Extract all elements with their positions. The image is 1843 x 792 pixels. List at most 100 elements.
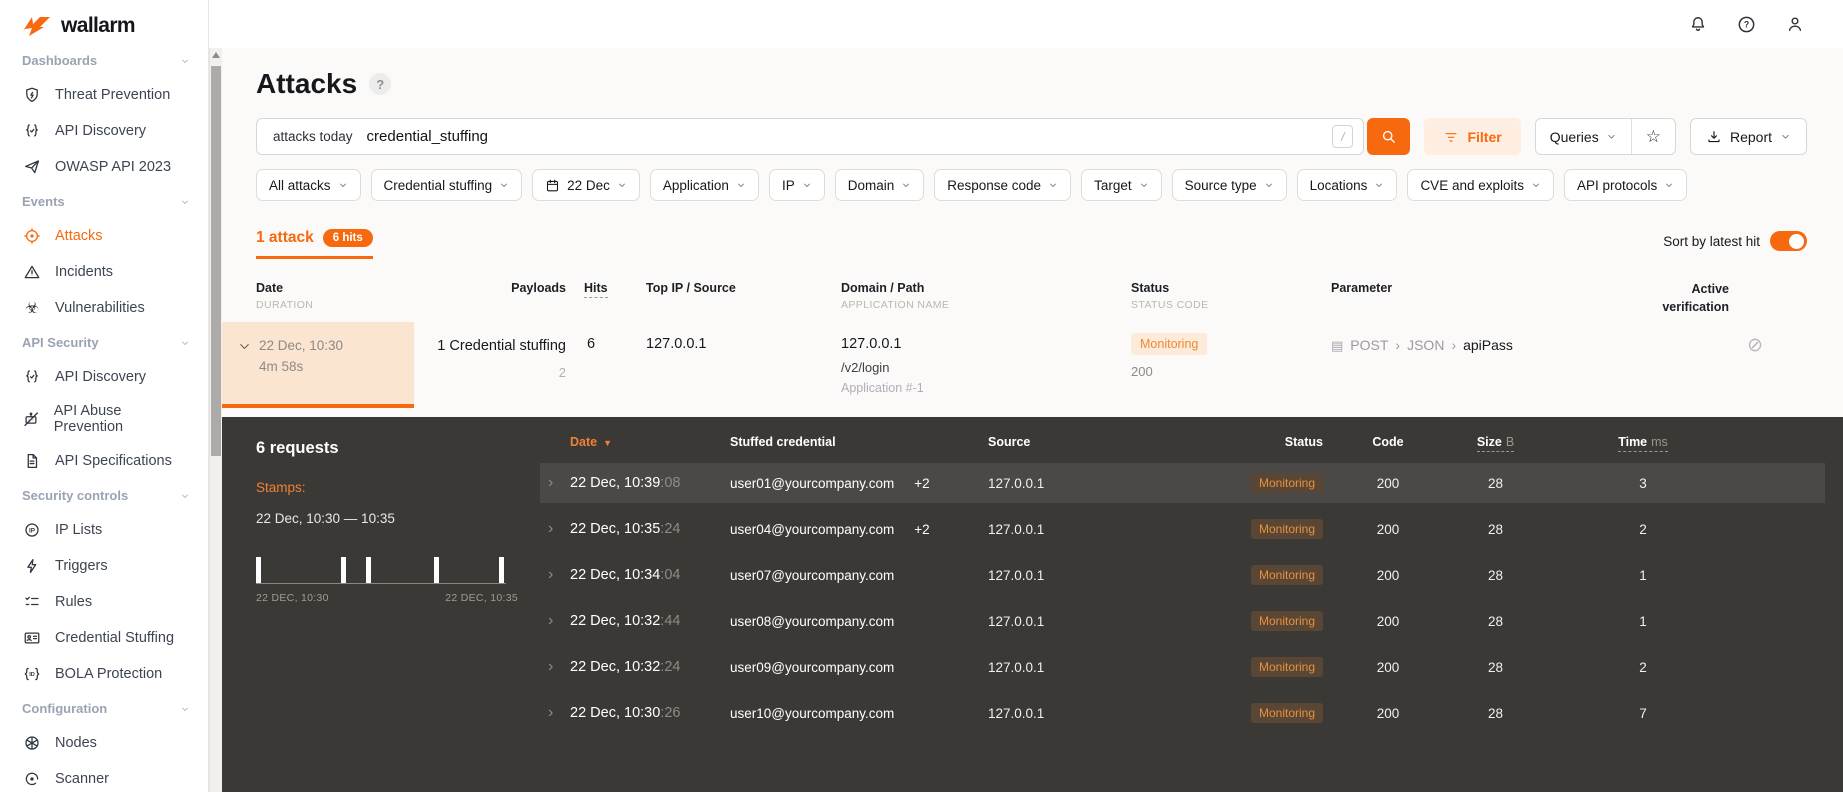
chevron-down-icon[interactable]: [238, 340, 251, 353]
nodes-icon: [22, 733, 42, 753]
filter-chip-locations[interactable]: Locations: [1296, 169, 1398, 201]
filter-chip-api-protocols[interactable]: API protocols: [1564, 169, 1688, 201]
attack-path: /v2/login: [841, 360, 890, 375]
filter-chip-target[interactable]: Target: [1081, 169, 1162, 201]
section-dashboards[interactable]: Dashboards: [0, 44, 208, 77]
sidebar-item-bola-protection[interactable]: ID BOLA Protection: [0, 656, 208, 692]
bell-icon[interactable]: [1688, 14, 1708, 34]
filter-chip-application[interactable]: Application: [649, 169, 759, 201]
attack-parameter-cell: ▤ POST › JSON › apiPass: [1331, 337, 1513, 353]
sidebar-item-api-abuse-prevention[interactable]: API Abuse Prevention: [0, 395, 208, 443]
filter-chip-source-type[interactable]: Source type: [1171, 169, 1287, 201]
requests-col-date[interactable]: Date ▼: [570, 435, 730, 449]
sidebar-item-triggers[interactable]: Triggers: [0, 548, 208, 584]
stamps-label[interactable]: Stamps:: [256, 480, 540, 495]
sidebar-item-incidents[interactable]: Incidents: [0, 254, 208, 290]
page-title: Attacks: [256, 68, 358, 99]
svg-text:IP: IP: [29, 527, 36, 534]
results-summary: 1 attack 6 hits Sort by latest hit: [256, 229, 1807, 259]
chevron-down-icon: [1265, 183, 1272, 187]
filter-button[interactable]: Filter: [1424, 118, 1521, 155]
sidebar-item-ip-lists[interactable]: IP IP Lists: [0, 512, 208, 548]
sidebar-scrollbar: [209, 0, 222, 792]
request-row[interactable]: › 22 Dec, 10:34:04 user07@yourcompany.co…: [540, 555, 1825, 595]
scrollbar-up-arrow[interactable]: [212, 52, 220, 58]
scrollbar-thumb[interactable]: [211, 66, 221, 456]
checklist-icon: [22, 592, 42, 612]
star-icon: ☆: [1645, 126, 1661, 146]
sidebar-item-rules[interactable]: Rules: [0, 584, 208, 620]
request-row[interactable]: › 22 Dec, 10:35:24 user04@yourcompany.co…: [540, 509, 1825, 549]
sidebar-item-credential-stuffing[interactable]: Credential Stuffing: [0, 620, 208, 656]
requests-col-time[interactable]: Time ms: [1548, 435, 1738, 452]
extra-credentials-badge[interactable]: +2: [914, 522, 929, 537]
request-row[interactable]: › 22 Dec, 10:32:44 user08@yourcompany.co…: [540, 601, 1825, 641]
sidebar-nav: Dashboards Threat Prevention API Discove…: [0, 44, 208, 792]
sidebar-item-nodes[interactable]: Nodes: [0, 725, 208, 761]
sidebar-item-api-discovery-2[interactable]: API Discovery: [0, 359, 208, 395]
sidebar-item-threat-prevention[interactable]: Threat Prevention: [0, 77, 208, 113]
section-configuration[interactable]: Configuration: [0, 692, 208, 725]
extra-credentials-badge[interactable]: +2: [914, 476, 929, 491]
warning-triangle-icon: [22, 262, 42, 282]
attack-count-tab[interactable]: 1 attack 6 hits: [256, 229, 373, 259]
chevron-right-icon[interactable]: ›: [540, 612, 570, 630]
filter-chip-ip[interactable]: IP: [768, 169, 825, 201]
chevron-down-icon: [1140, 183, 1147, 187]
request-row[interactable]: › 22 Dec, 10:39:08 user01@yourcompany.co…: [540, 463, 1825, 503]
content: Attacks ? attacks today credential_stuff…: [222, 48, 1843, 792]
report-button[interactable]: Report: [1689, 118, 1807, 155]
attack-hits: 6: [587, 336, 596, 352]
scrollbar-track[interactable]: [209, 48, 222, 792]
section-api-security[interactable]: API Security: [0, 326, 208, 359]
status-badge: Monitoring: [1250, 473, 1323, 493]
filter-chip-credential-stuffing[interactable]: Credential stuffing: [370, 169, 523, 201]
col-hits[interactable]: Hits: [584, 281, 646, 316]
requests-count: 6 requests: [256, 439, 339, 457]
sidebar-item-owasp-api-2023[interactable]: OWASP API 2023: [0, 149, 208, 185]
request-row[interactable]: › 22 Dec, 10:32:24 user09@yourcompany.co…: [540, 647, 1825, 687]
page-help-icon[interactable]: ?: [369, 73, 392, 95]
attack-date-cell[interactable]: 22 Dec, 10:30 4m 58s: [222, 322, 414, 408]
histogram-bar: [366, 557, 371, 583]
favorite-button[interactable]: ☆: [1630, 119, 1675, 154]
search-button[interactable]: [1367, 118, 1411, 155]
help-icon[interactable]: ?: [1736, 14, 1757, 35]
request-row[interactable]: › 22 Dec, 10:30:26 user10@yourcompany.co…: [540, 693, 1825, 733]
chevron-right-icon[interactable]: ›: [540, 520, 570, 538]
col-status: Status STATUS CODE: [1131, 281, 1209, 311]
chevron-right-icon[interactable]: ›: [540, 474, 570, 492]
sidebar-item-api-discovery[interactable]: API Discovery: [0, 113, 208, 149]
requests-col-size[interactable]: Size B: [1443, 435, 1548, 452]
sort-desc-icon: ▼: [603, 438, 613, 448]
histogram-label-left: 22 DEC, 10:30: [256, 592, 329, 604]
chevron-right-icon[interactable]: ›: [540, 658, 570, 676]
sidebar-item-scanner[interactable]: Scanner: [0, 761, 208, 792]
svg-text:?: ?: [1744, 19, 1749, 29]
calendar-icon: [547, 179, 559, 191]
section-security-controls[interactable]: Security controls: [0, 479, 208, 512]
chevron-right-icon[interactable]: ›: [540, 704, 570, 722]
filter-chip-cve-and-exploits[interactable]: CVE and exploits: [1407, 169, 1554, 201]
attack-top-ip[interactable]: 127.0.0.1: [646, 322, 841, 408]
filter-chip-domain[interactable]: Domain: [834, 169, 925, 201]
attack-status-cell: Monitoring 200: [1131, 322, 1331, 408]
search-input[interactable]: attacks today credential_stuffing /: [256, 118, 1365, 155]
chevron-down-icon: [903, 183, 910, 187]
sidebar-item-api-specifications[interactable]: API Specifications: [0, 443, 208, 479]
filter-chip-all-attacks[interactable]: All attacks: [256, 169, 361, 201]
sidebar-item-vulnerabilities[interactable]: ☣ Vulnerabilities: [0, 290, 208, 326]
attack-row[interactable]: 22 Dec, 10:30 4m 58s 1 Credential stuffi…: [222, 322, 1843, 408]
requests-col-code: Code: [1372, 435, 1404, 449]
sidebar-item-attacks[interactable]: Attacks: [0, 218, 208, 254]
sort-toggle[interactable]: [1770, 231, 1807, 251]
person-icon[interactable]: [1785, 14, 1805, 34]
queries-button[interactable]: Queries: [1536, 119, 1631, 154]
filter-chip-date[interactable]: 22 Dec: [532, 169, 640, 201]
active-verification-disabled-icon[interactable]: ⊘: [1661, 322, 1843, 408]
filter-chip-response-code[interactable]: Response code: [934, 169, 1072, 201]
chevron-down-icon: [182, 59, 188, 63]
section-events[interactable]: Events: [0, 185, 208, 218]
attack-application: Application #-1: [841, 381, 924, 395]
chevron-right-icon[interactable]: ›: [540, 566, 570, 584]
